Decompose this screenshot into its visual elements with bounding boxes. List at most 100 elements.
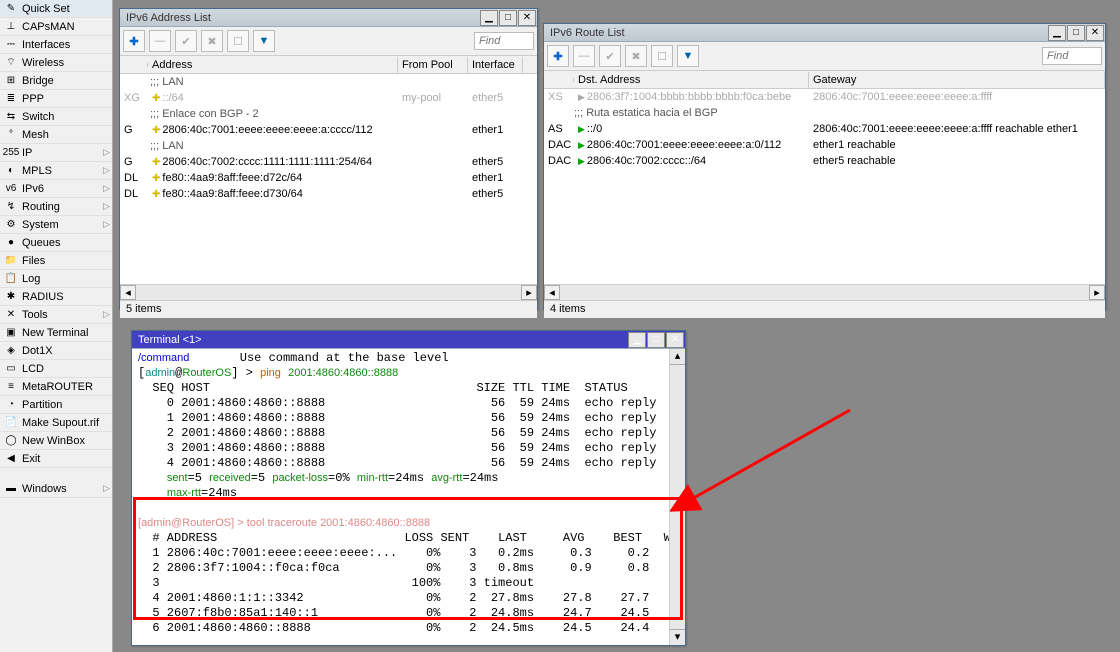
menu-icon: ✕ — [4, 308, 18, 322]
close-button[interactable]: ✕ — [518, 10, 536, 26]
sidebar-item-lcd[interactable]: ▭LCD — [0, 360, 112, 378]
menu-icon: ≣ — [4, 92, 18, 106]
sidebar-item-mpls[interactable]: ◐MPLS▷ — [0, 162, 112, 180]
addr-icon: ✚ — [152, 93, 160, 104]
h-scrollbar[interactable]: ◂ ▸ — [120, 284, 537, 300]
maximize-button[interactable]: □ — [1067, 25, 1085, 41]
maximize-button[interactable]: □ — [647, 332, 665, 348]
menu-icon: ✎ — [4, 2, 18, 16]
close-button[interactable]: ✕ — [666, 332, 684, 348]
route-row[interactable]: DAC▶2806:40c:7001:eeee:eeee:eeee:a:0/112… — [544, 137, 1105, 153]
disable-button[interactable]: ✖ — [201, 30, 223, 52]
sidebar-item-quick-set[interactable]: ✎ Quick Set — [0, 0, 112, 18]
sidebar-item-new-terminal[interactable]: ▣ New Terminal — [0, 324, 112, 342]
address-row[interactable]: XG✚::/64my-poolether5 — [120, 90, 537, 106]
menu-icon: ° — [4, 128, 18, 142]
address-row[interactable]: G✚2806:40c:7002:cccc:1111:1111:1111:254/… — [120, 154, 537, 170]
ipv6-address-list-window: IPv6 Address List ▁ □ ✕ ✚ — ✔ ✖ ☐ ▼ Addr… — [119, 8, 538, 310]
sidebar-label: Queues — [22, 237, 61, 249]
col-address[interactable]: Address — [148, 57, 398, 73]
find-input[interactable] — [1042, 47, 1102, 65]
sidebar-label: MetaROUTER — [22, 381, 93, 393]
sidebar-label: New Terminal — [22, 327, 88, 339]
menu-icon: 📁 — [4, 254, 18, 268]
sidebar-item-exit[interactable]: ◀Exit — [0, 450, 112, 468]
address-row[interactable]: DL✚fe80::4aa9:8aff:feee:d72c/64ether1 — [120, 170, 537, 186]
sidebar-item-new-winbox[interactable]: ◯New WinBox — [0, 432, 112, 450]
sidebar-item-interfaces[interactable]: ⎓Interfaces — [0, 36, 112, 54]
sidebar-item-ipv6[interactable]: v6IPv6▷ — [0, 180, 112, 198]
sidebar-item-bridge[interactable]: ⊞Bridge — [0, 72, 112, 90]
route-row[interactable]: AS▶::/02806:40c:7001:eeee:eeee:eeee:a:ff… — [544, 121, 1105, 137]
close-button[interactable]: ✕ — [1086, 25, 1104, 41]
minimize-button[interactable]: ▁ — [1048, 25, 1066, 41]
col-dst[interactable]: Dst. Address — [574, 72, 809, 88]
enable-button[interactable]: ✔ — [599, 45, 621, 67]
sidebar-label: IP — [22, 147, 32, 159]
sidebar-item-switch[interactable]: ⇆Switch — [0, 108, 112, 126]
scroll-right[interactable]: ▸ — [521, 285, 537, 300]
address-row[interactable]: DL✚fe80::4aa9:8aff:feee:d730/64ether5 — [120, 186, 537, 202]
addr-icon: ✚ — [152, 157, 160, 168]
filter-button[interactable]: ▼ — [253, 30, 275, 52]
h-scrollbar[interactable]: ◂ ▸ — [544, 284, 1105, 300]
sidebar-item-ip[interactable]: 255IP▷ — [0, 144, 112, 162]
sidebar-item-routing[interactable]: ↯Routing▷ — [0, 198, 112, 216]
menu-icon: ▣ — [4, 326, 18, 340]
comment-row: ;;; LAN — [120, 138, 537, 154]
find-input[interactable] — [474, 32, 534, 50]
minimize-button[interactable]: ▁ — [480, 10, 498, 26]
maximize-button[interactable]: □ — [499, 10, 517, 26]
col-gw[interactable]: Gateway — [809, 72, 1105, 88]
sidebar-item-tools[interactable]: ✕Tools▷ — [0, 306, 112, 324]
sidebar-windows[interactable]: ▬ Windows ▷ — [0, 480, 112, 498]
sidebar-item-partition[interactable]: ◔Partition — [0, 396, 112, 414]
sidebar-item-ppp[interactable]: ≣PPP — [0, 90, 112, 108]
sidebar-item-files[interactable]: 📁Files — [0, 252, 112, 270]
titlebar[interactable]: IPv6 Route List ▁ □ ✕ — [544, 24, 1105, 42]
sidebar: ✎ Quick Set ⊥CAPsMAN⎓Interfaces⌔Wireless⊞B… — [0, 0, 113, 652]
col-iface[interactable]: Interface — [468, 57, 523, 73]
route-row[interactable]: DAC▶2806:40c:7002:cccc::/64ether5 reacha… — [544, 153, 1105, 169]
comment-button[interactable]: ☐ — [651, 45, 673, 67]
col-pool[interactable]: From Pool — [398, 57, 468, 73]
scroll-right[interactable]: ▸ — [1089, 285, 1105, 300]
sidebar-item-system[interactable]: ⚙System▷ — [0, 216, 112, 234]
enable-button[interactable]: ✔ — [175, 30, 197, 52]
menu-icon: ◀ — [4, 452, 18, 466]
sidebar-item-dot1x[interactable]: ◈Dot1X — [0, 342, 112, 360]
menu-icon: ✱ — [4, 290, 18, 304]
add-button[interactable]: ✚ — [547, 45, 569, 67]
route-row[interactable]: XS▶2806:3f7:1004:bbbb:bbbb:bbbb:f0ca:beb… — [544, 89, 1105, 105]
sidebar-item-radius[interactable]: ✱RADIUS — [0, 288, 112, 306]
sidebar-label: Quick Set — [22, 3, 70, 15]
minimize-button[interactable]: ▁ — [628, 332, 646, 348]
address-row[interactable]: G✚2806:40c:7001:eeee:eeee:eeee:a:cccc/11… — [120, 122, 537, 138]
add-button[interactable]: ✚ — [123, 30, 145, 52]
sidebar-item-mesh[interactable]: °Mesh — [0, 126, 112, 144]
menu-icon: ⚙ — [4, 218, 18, 232]
sidebar-label: Switch — [22, 111, 54, 123]
sidebar-item-metarouter[interactable]: ≡ MetaROUTER — [0, 378, 112, 396]
disable-button[interactable]: ✖ — [625, 45, 647, 67]
titlebar[interactable]: IPv6 Address List ▁ □ ✕ — [120, 9, 537, 27]
titlebar[interactable]: Terminal <1> ▁ □ ✕ — [132, 331, 685, 349]
statusbar: 4 items — [544, 300, 1105, 318]
sidebar-label: New WinBox — [22, 435, 85, 447]
scroll-left[interactable]: ◂ — [544, 285, 560, 300]
sidebar-item-capsman[interactable]: ⊥CAPsMAN — [0, 18, 112, 36]
sidebar-label: System — [22, 219, 59, 231]
filter-button[interactable]: ▼ — [677, 45, 699, 67]
scroll-left[interactable]: ◂ — [120, 285, 136, 300]
menu-icon: ≡ — [4, 380, 18, 394]
sidebar-item-wireless[interactable]: ⌔Wireless — [0, 54, 112, 72]
sidebar-item-log[interactable]: 📋Log — [0, 270, 112, 288]
sidebar-label: Interfaces — [22, 39, 70, 51]
remove-button[interactable]: — — [149, 30, 171, 52]
sidebar-item-queues[interactable]: ●Queues — [0, 234, 112, 252]
comment-button[interactable]: ☐ — [227, 30, 249, 52]
comment-row: ;;; Ruta estatica hacia el BGP — [544, 105, 1105, 121]
sidebar-item-make-supout.rif[interactable]: 📄Make Supout.rif — [0, 414, 112, 432]
remove-button[interactable]: — — [573, 45, 595, 67]
menu-icon: 📋 — [4, 272, 18, 286]
